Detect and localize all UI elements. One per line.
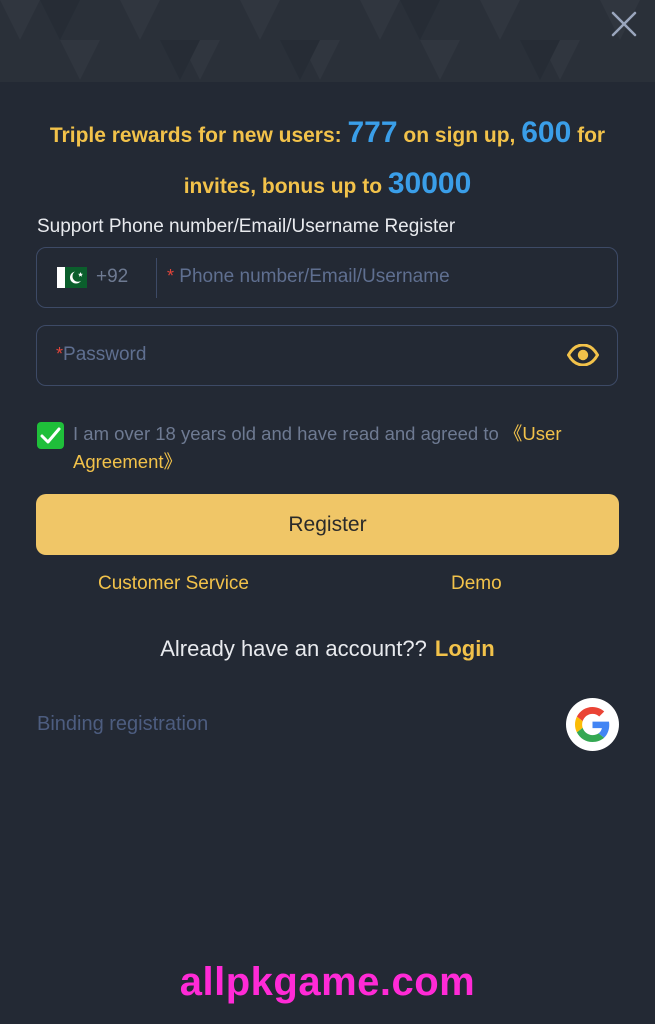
login-link[interactable]: Login <box>435 636 495 661</box>
header-pattern <box>0 0 655 82</box>
phone-input[interactable]: * Phone number/Email/Username <box>167 266 450 288</box>
binding-registration-link[interactable]: Binding registration <box>37 713 208 736</box>
login-prompt: Already have an account?? Login <box>0 636 655 662</box>
promo-text-2: on sign up, <box>397 124 522 147</box>
promo-banner: Triple rewards for new users: 777 on sig… <box>20 110 635 212</box>
eye-icon[interactable] <box>567 344 599 366</box>
country-code[interactable]: +92 <box>96 266 128 288</box>
pakistan-flag-icon[interactable] <box>57 267 87 288</box>
field-divider <box>156 258 157 298</box>
agreement-checkbox[interactable] <box>37 422 64 449</box>
agreement-text: I am over 18 years old and have read and… <box>73 420 618 476</box>
support-label: Support Phone number/Email/Username Regi… <box>37 216 456 237</box>
phone-field[interactable]: +92 * Phone number/Email/Username <box>36 247 618 308</box>
google-login-button[interactable] <box>566 698 619 751</box>
required-mark: * <box>56 344 64 364</box>
promo-signup-amount: 777 <box>347 116 398 149</box>
watermark-text: allpkgame.com <box>179 960 476 1004</box>
close-button[interactable] <box>606 6 642 42</box>
password-placeholder: Password <box>63 344 147 365</box>
customer-service-link[interactable]: Customer Service <box>98 573 249 595</box>
google-icon <box>575 707 610 742</box>
promo-invite-amount: 600 <box>521 116 572 149</box>
promo-bonus-amount: 30000 <box>387 167 472 200</box>
login-prompt-text: Already have an account?? <box>160 636 427 661</box>
register-button[interactable]: Register <box>36 494 619 555</box>
password-field[interactable]: *Password <box>36 325 618 386</box>
checkmark-icon <box>40 427 61 444</box>
password-input[interactable]: *Password <box>56 344 146 366</box>
phone-placeholder: Phone number/Email/Username <box>174 266 450 287</box>
close-icon <box>611 11 637 37</box>
demo-link[interactable]: Demo <box>451 573 502 595</box>
promo-text-1: Triple rewards for new users: <box>49 124 348 147</box>
required-mark: * <box>167 266 175 286</box>
agreement-statement: I am over 18 years old and have read and… <box>73 423 504 444</box>
